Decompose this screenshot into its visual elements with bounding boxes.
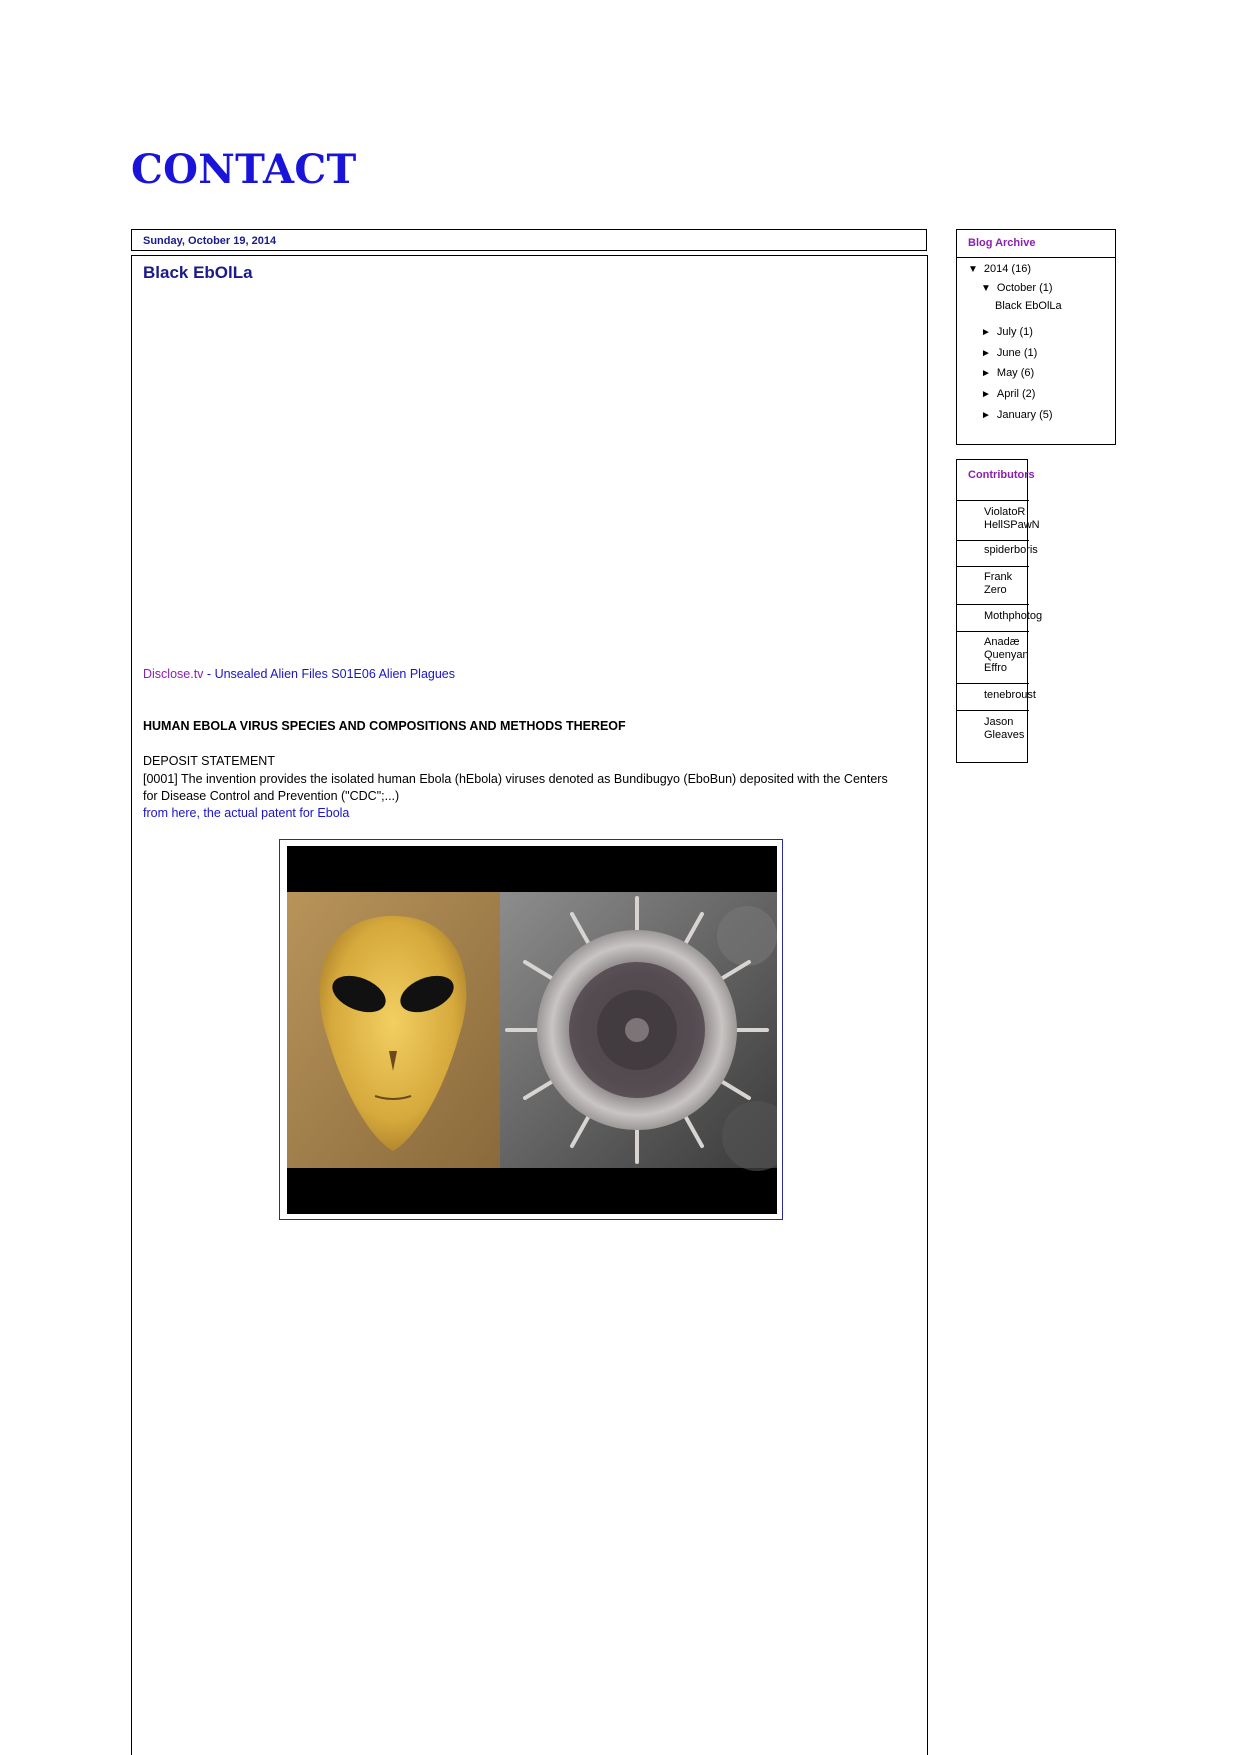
blog-archive-title: Blog Archive (968, 237, 1036, 249)
archive-month-label[interactable]: July (1) (997, 326, 1033, 338)
toggle-open-icon[interactable]: ▼ (981, 283, 991, 294)
post-image[interactable] (287, 846, 777, 1214)
archive-month-july[interactable]: ► July (1) (981, 326, 1033, 338)
contributors-widget: Contributors ViolatoR HellSPawN spiderbo… (956, 459, 1042, 763)
divider-tick (1027, 675, 1028, 685)
deposit-heading: DEPOSIT STATEMENT (143, 754, 275, 768)
toggle-closed-icon[interactable]: ► (981, 348, 991, 359)
contributor-link[interactable]: Mothphotog (984, 610, 1054, 623)
widget-divider (957, 500, 1029, 501)
archive-month-may[interactable]: ► May (6) (981, 367, 1034, 379)
widget-divider (957, 540, 1029, 541)
contributor-link[interactable]: Anadæ Quenyan Effro (984, 636, 1034, 675)
widget-divider (957, 710, 1029, 711)
widget-divider (957, 604, 1029, 605)
widget-divider (957, 257, 1115, 258)
divider-tick (1027, 596, 1028, 606)
post-date-header: Sunday, October 19, 2014 (131, 229, 927, 251)
divider-tick (1027, 623, 1028, 633)
alien-virus-image (287, 846, 777, 1214)
blog-archive-widget: Blog Archive ▼ 2014 (16) ▼ October (1) Bla… (956, 229, 1116, 445)
contributor-link[interactable]: tenebroust (984, 689, 1054, 702)
archive-month-april[interactable]: ► April (2) (981, 388, 1035, 400)
toggle-closed-icon[interactable]: ► (981, 410, 991, 421)
archive-month-label[interactable]: May (6) (997, 367, 1034, 379)
divider-tick (1027, 532, 1028, 542)
divider-tick (1027, 492, 1028, 502)
video-caption: Disclose.tv - Unsealed Alien Files S01E0… (143, 667, 455, 681)
post-date: Sunday, October 19, 2014 (143, 235, 277, 247)
widget-divider (957, 631, 1029, 632)
archive-post-link[interactable]: Black EbOlLa (995, 300, 1062, 312)
divider-tick (1027, 558, 1028, 568)
post-image-frame[interactable] (279, 839, 783, 1220)
archive-month-label[interactable]: January (5) (997, 409, 1053, 421)
blog-title[interactable]: CONTACT (131, 146, 357, 193)
deposit-text: [0001] The invention provides the isolat… (143, 772, 888, 803)
contributor-link[interactable]: Frank Zero (984, 571, 1020, 597)
widget-divider (957, 566, 1029, 567)
archive-year-2014[interactable]: ▼ 2014 (16) (968, 263, 1031, 275)
toggle-closed-icon[interactable]: ► (981, 368, 991, 379)
archive-month-label[interactable]: June (1) (997, 347, 1037, 359)
patent-link[interactable]: from here, the actual patent for Ebola (143, 806, 349, 820)
contributor-link[interactable]: ViolatoR HellSPawN (984, 506, 1044, 532)
archive-month-label[interactable]: October (1) (997, 282, 1053, 294)
divider-tick (1027, 702, 1028, 712)
archive-year-label[interactable]: 2014 (16) (984, 263, 1031, 275)
toggle-open-icon[interactable]: ▼ (968, 264, 978, 275)
widget-divider (957, 683, 1029, 684)
archive-month-october[interactable]: ▼ October (1) (981, 282, 1053, 294)
contributor-link[interactable]: spiderboris (984, 544, 1054, 557)
archive-month-label[interactable]: April (2) (997, 388, 1036, 400)
disclose-link[interactable]: Disclose.tv (143, 667, 203, 681)
video-title-link[interactable]: Unsealed Alien Files S01E06 Alien Plague… (215, 667, 455, 681)
archive-month-january[interactable]: ► January (5) (981, 409, 1053, 421)
toggle-closed-icon[interactable]: ► (981, 327, 991, 338)
toggle-closed-icon[interactable]: ► (981, 389, 991, 400)
contributor-link[interactable]: Jason Gleaves (984, 716, 1028, 742)
archive-month-june[interactable]: ► June (1) (981, 347, 1037, 359)
patent-heading: HUMAN EBOLA VIRUS SPECIES AND COMPOSITIO… (143, 719, 626, 733)
contributors-title: Contributors (968, 469, 1035, 481)
caption-separator: - (206, 667, 212, 681)
post-title[interactable]: Black EbOlLa (143, 263, 253, 283)
